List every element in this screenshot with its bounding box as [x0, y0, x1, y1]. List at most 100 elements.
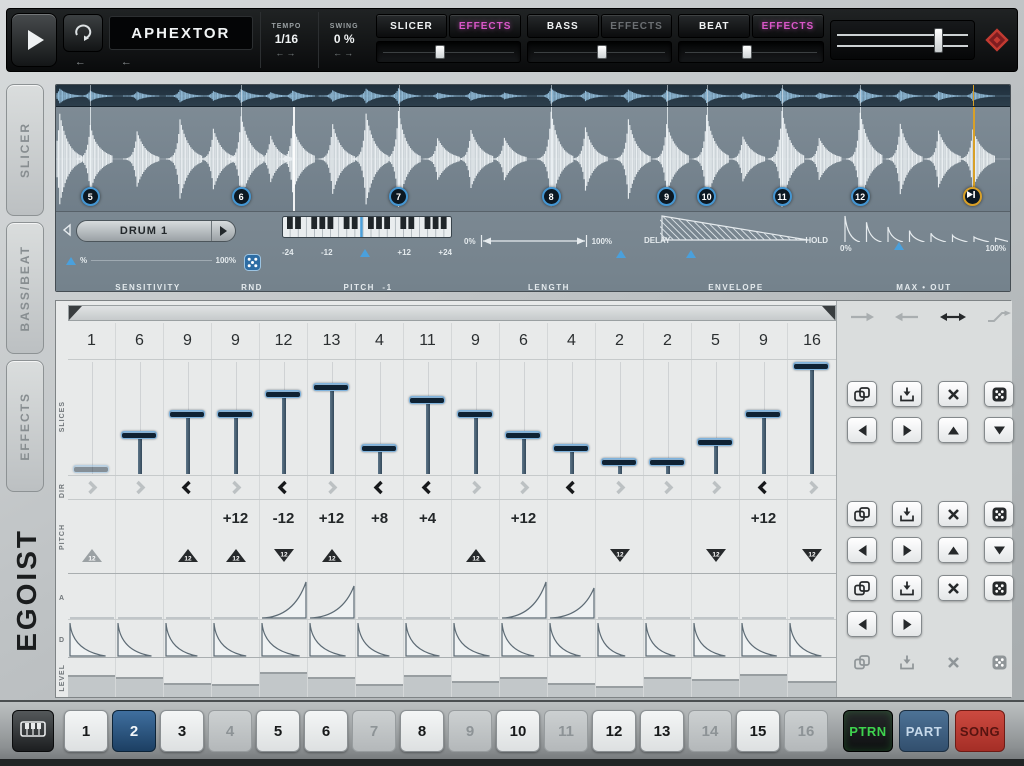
- pitch-value-step-14[interactable]: [692, 500, 740, 537]
- length-handle[interactable]: [616, 250, 626, 258]
- level-step-2[interactable]: [116, 658, 164, 697]
- pitch-down-button[interactable]: [984, 537, 1014, 563]
- slices-up-button[interactable]: [938, 417, 968, 443]
- decay-step-9[interactable]: [452, 620, 500, 657]
- envelope-handle[interactable]: [686, 250, 696, 258]
- slice-slider-step-9[interactable]: [452, 360, 500, 476]
- arrow-right-button[interactable]: [848, 309, 876, 325]
- pitch-value-step-6[interactable]: +12: [308, 500, 356, 537]
- pattern-step-11[interactable]: 11: [544, 710, 588, 752]
- envelope-left-button[interactable]: [847, 611, 877, 637]
- attack-step-16[interactable]: [788, 574, 836, 619]
- octave-step-8[interactable]: [404, 537, 452, 573]
- pitch-handle[interactable]: [360, 249, 370, 257]
- pattern-step-2[interactable]: 2: [112, 710, 156, 752]
- octave-step-3[interactable]: 12: [164, 537, 212, 573]
- level-copy-button[interactable]: [847, 649, 877, 675]
- level-step-7[interactable]: [356, 658, 404, 697]
- attack-step-2[interactable]: [116, 574, 164, 619]
- pitch-value-step-3[interactable]: [164, 500, 212, 537]
- length-slider[interactable]: 0% 100%: [464, 234, 634, 248]
- pitch-copy-button[interactable]: [847, 501, 877, 527]
- slice-slider-step-7[interactable]: [356, 360, 404, 476]
- pitch-value-step-12[interactable]: [596, 500, 644, 537]
- direction-step-6[interactable]: [308, 476, 356, 499]
- octave-step-1[interactable]: 12: [68, 537, 116, 573]
- sensitivity-slider[interactable]: % 100%: [66, 256, 236, 265]
- tab-bass[interactable]: BASS: [527, 14, 599, 38]
- direction-step-16[interactable]: [788, 476, 836, 499]
- attack-step-4[interactable]: [212, 574, 260, 619]
- direction-step-9[interactable]: [452, 476, 500, 499]
- decay-step-5[interactable]: [260, 620, 308, 657]
- loop-ruler[interactable]: [68, 305, 836, 321]
- play-button[interactable]: [11, 13, 57, 67]
- pattern-step-8[interactable]: 8: [400, 710, 444, 752]
- pitch-value-step-7[interactable]: +8: [356, 500, 404, 537]
- attack-step-7[interactable]: [356, 574, 404, 619]
- random-dice-button[interactable]: [244, 254, 261, 276]
- envelope-graph[interactable]: [660, 214, 810, 242]
- keyboard-mode-button[interactable]: [12, 710, 54, 752]
- attack-step-11[interactable]: [548, 574, 596, 619]
- slice-slider-step-8[interactable]: [404, 360, 452, 476]
- slice-slider-step-13[interactable]: [644, 360, 692, 476]
- octave-step-14[interactable]: 12: [692, 537, 740, 573]
- arrow-leftright-button[interactable]: [939, 309, 967, 325]
- slice-slider-step-3[interactable]: [164, 360, 212, 476]
- bass-mix-slider[interactable]: [527, 41, 672, 63]
- song-button[interactable]: SONG: [955, 710, 1005, 752]
- direction-step-5[interactable]: [260, 476, 308, 499]
- pattern-step-13[interactable]: 13: [640, 710, 684, 752]
- sensitivity-handle[interactable]: [66, 257, 76, 265]
- pattern-step-1[interactable]: 1: [64, 710, 108, 752]
- pattern-step-7[interactable]: 7: [352, 710, 396, 752]
- direction-step-4[interactable]: [212, 476, 260, 499]
- slices-paste-button[interactable]: [892, 381, 922, 407]
- envelope-clear-button[interactable]: [938, 575, 968, 601]
- slicer-mix-slider[interactable]: [376, 41, 521, 63]
- end-marker[interactable]: [963, 187, 982, 206]
- pitch-value-step-13[interactable]: [644, 500, 692, 537]
- attack-step-8[interactable]: [404, 574, 452, 619]
- slice-slider-step-10[interactable]: [500, 360, 548, 476]
- pitch-value-step-5[interactable]: -12: [260, 500, 308, 537]
- decay-step-7[interactable]: [356, 620, 404, 657]
- slice-slider-step-15[interactable]: [740, 360, 788, 476]
- pattern-step-10[interactable]: 10: [496, 710, 540, 752]
- volume-handle[interactable]: [934, 28, 943, 53]
- envelope-copy-button[interactable]: [847, 575, 877, 601]
- slice-marker-5[interactable]: 5: [81, 187, 100, 206]
- slices-copy-button[interactable]: [847, 381, 877, 407]
- arrow-left-button[interactable]: [893, 309, 921, 325]
- swing-control[interactable]: SWING 0 % ←→: [318, 12, 370, 68]
- tab-beat[interactable]: BEAT: [678, 14, 750, 38]
- level-step-10[interactable]: [500, 658, 548, 697]
- direction-step-7[interactable]: [356, 476, 404, 499]
- slice-marker-7[interactable]: 7: [389, 187, 408, 206]
- octave-step-11[interactable]: [548, 537, 596, 573]
- decay-step-3[interactable]: [164, 620, 212, 657]
- direction-step-12[interactable]: [596, 476, 644, 499]
- pitch-value-step-4[interactable]: +12: [212, 500, 260, 537]
- octave-step-2[interactable]: [116, 537, 164, 573]
- tab-bass-effects[interactable]: EFFECTS: [601, 14, 673, 38]
- direction-step-3[interactable]: [164, 476, 212, 499]
- sample-prev-button[interactable]: [62, 223, 72, 242]
- pitch-value-step-16[interactable]: [788, 500, 836, 537]
- beat-mix-slider[interactable]: [678, 41, 823, 63]
- pattern-step-15[interactable]: 15: [736, 710, 780, 752]
- level-step-15[interactable]: [740, 658, 788, 697]
- slice-slider-step-5[interactable]: [260, 360, 308, 476]
- level-clear-button[interactable]: [938, 649, 968, 675]
- octave-step-5[interactable]: 12: [260, 537, 308, 573]
- waveform-main[interactable]: 56789101112: [56, 107, 1010, 211]
- ptrn-button[interactable]: PTRN: [843, 710, 893, 752]
- slice-marker-11[interactable]: 11: [773, 187, 792, 206]
- level-step-6[interactable]: [308, 658, 356, 697]
- attack-step-14[interactable]: [692, 574, 740, 619]
- pattern-step-6[interactable]: 6: [304, 710, 348, 752]
- level-random-button[interactable]: [984, 649, 1014, 675]
- level-step-4[interactable]: [212, 658, 260, 697]
- attack-step-15[interactable]: [740, 574, 788, 619]
